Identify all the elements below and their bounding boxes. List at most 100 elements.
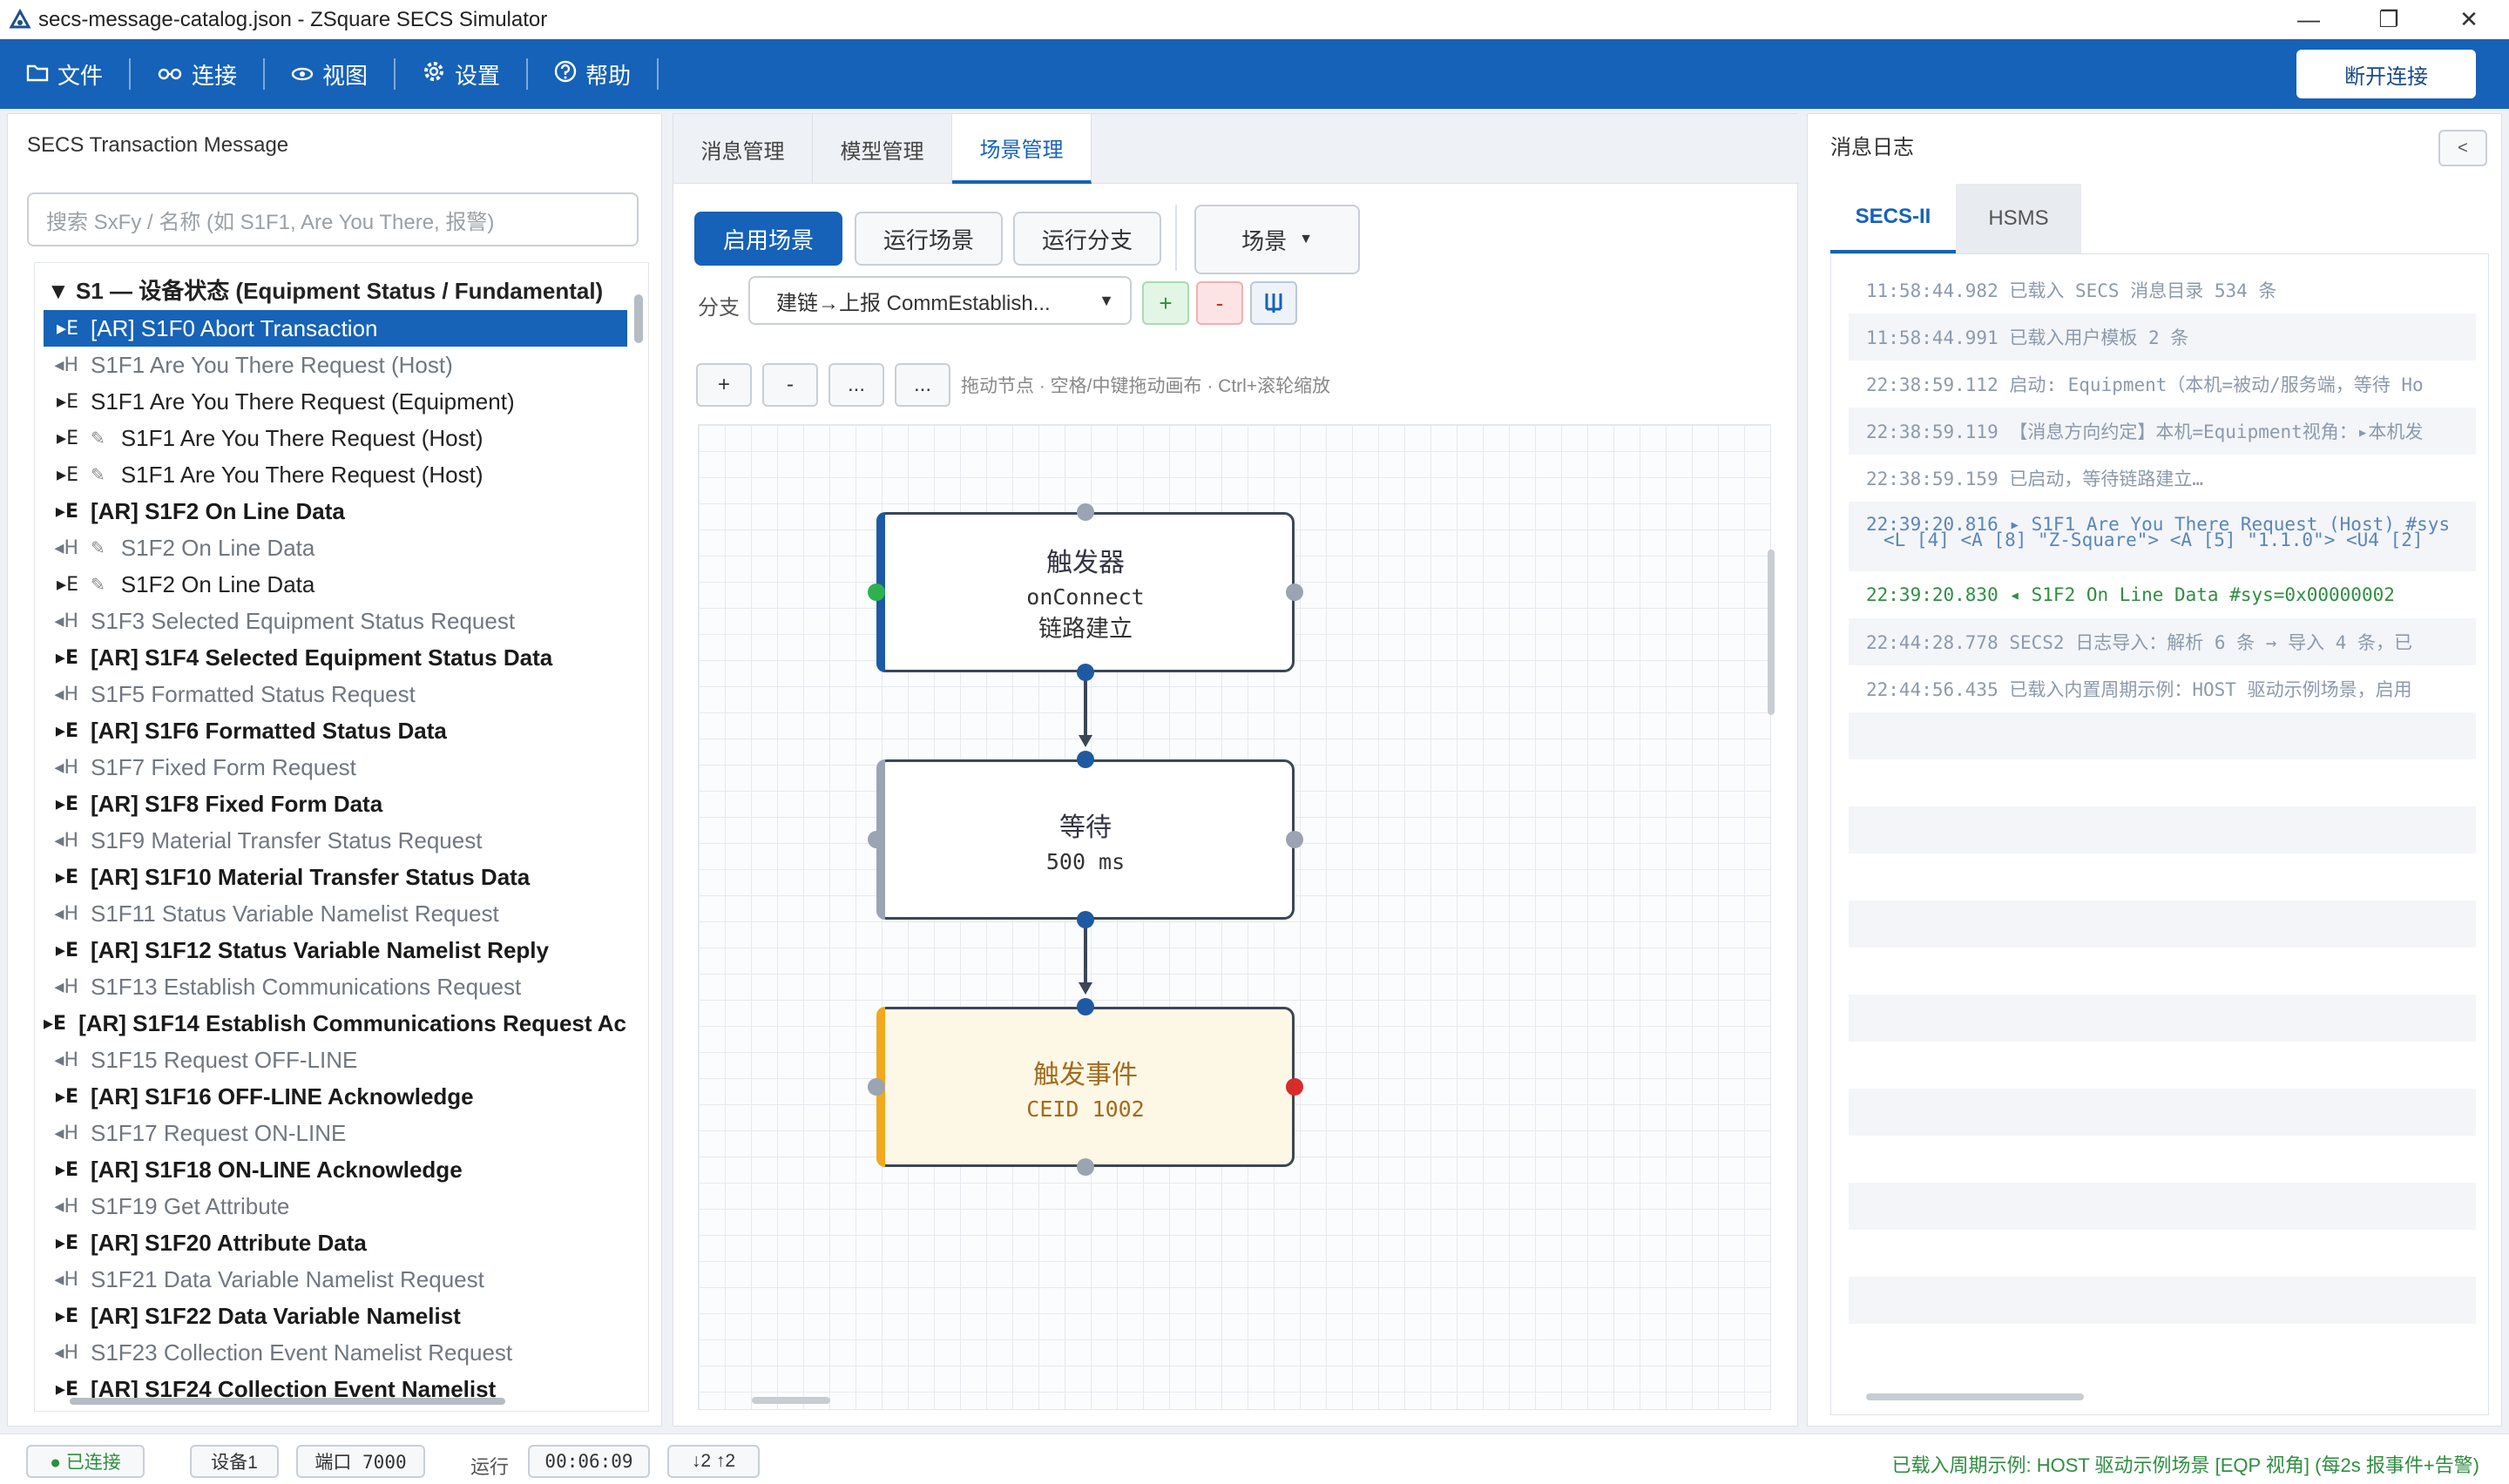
zoom-in-button[interactable]: + [696,363,752,407]
tree-group-s1[interactable]: ▼ S1 — 设备状态 (Equipment Status / Fundamen… [47,273,603,306]
tree-item[interactable]: ▸E [AR] S1F20 Attribute Data [44,1224,627,1261]
tree-item[interactable]: ▸E [AR] S1F2 On Line Data [44,493,627,530]
tree-item-direction: ◂H [54,1195,78,1218]
tree-vertical-scrollbar[interactable] [634,268,643,1392]
tree-item-label: [AR] S1F2 On Line Data [91,497,345,524]
tab-message-management[interactable]: 消息管理 [673,114,813,184]
tree-item[interactable]: ◂H ✎ S1F2 On Line Data [44,530,627,566]
menu-help-label: 帮助 [585,62,632,89]
collapse-panel-button[interactable]: < [2438,130,2487,166]
tree-item[interactable]: ◂H S1F17 Request ON-LINE [44,1115,627,1151]
tree-item[interactable]: ▸E [AR] S1F12 Status Variable Namelist Re… [44,932,627,968]
tree-item[interactable]: ▸E [AR] S1F22 Data Variable Namelist [44,1298,627,1334]
menu-connect[interactable]: 连接 [131,39,263,109]
tree-item[interactable]: ▸E S1F1 Are You There Request (Equipment) [44,383,627,420]
tree-item[interactable]: ▸E ✎ S1F2 On Line Data [44,566,627,603]
menu-settings[interactable]: 设置 [396,39,526,109]
search-input[interactable]: 搜索 SxFy / 名称 (如 S1F1, Are You There, 报警) [27,192,639,246]
port-bottom[interactable] [1077,911,1094,928]
add-branch-button[interactable]: + [1142,281,1189,325]
run-scenario-button[interactable]: 运行场景 [855,212,1003,266]
menu-settings-label: 设置 [455,62,501,89]
tree-item[interactable]: ▸E [AR] S1F10 Material Transfer Status Da… [44,859,627,895]
tab-secs-ii[interactable]: SECS-II [1830,184,1956,253]
log-empty-row [1849,995,2476,1042]
tree-item-label: S1F23 Collection Event Namelist Request [91,1339,513,1366]
tree-item[interactable]: ◂H S1F13 Establish Communications Request [44,968,627,1005]
chevron-down-icon: ▼ [1299,232,1313,246]
tree-item[interactable]: ◂H S1F15 Request OFF-LINE [44,1042,627,1078]
node-trigger[interactable]: 触发器 onConnect 链路建立 [876,512,1295,672]
fit-view-button[interactable]: ... [828,363,884,407]
tree-item[interactable]: ▸E [AR] S1F14 Establish Communications Re… [44,1005,627,1042]
port-left[interactable] [868,1078,885,1096]
tree-item[interactable]: ▸E [AR] S1F4 Selected Equipment Status Da… [44,639,627,676]
close-icon[interactable]: ✕ [2429,0,2509,39]
layout-icon[interactable] [1250,281,1297,325]
enable-scenario-button[interactable]: 启用场景 [694,212,842,266]
tree-item[interactable]: ◂H S1F9 Material Transfer Status Request [44,822,627,859]
canvas-vertical-scrollbar[interactable] [1768,462,1776,1386]
menu-view[interactable]: 视图 [265,39,394,109]
branch-label: 分支 [698,296,740,320]
device-badge: 设备1 [190,1445,279,1478]
port-left-ok[interactable] [868,583,885,601]
scenario-panel: 消息管理 模型管理 场景管理 启用场景 运行场景 运行分支 场景 ▼ 分支 建链… [673,113,1799,1427]
tree-horizontal-scrollbar[interactable] [44,1395,636,1407]
tab-model-management[interactable]: 模型管理 [813,114,952,184]
tree-item-label: [AR] S1F16 OFF-LINE Acknowledge [91,1083,474,1110]
tree-item[interactable]: ▸E [AR] S1F8 Fixed Form Data [44,786,627,822]
port-left[interactable] [868,831,885,848]
scenario-canvas[interactable]: 触发器 onConnect 链路建立 等待 500 ms 触发事件 CEID 1… [698,424,1771,1410]
tab-hsms[interactable]: HSMS [1956,184,2081,253]
port-bottom[interactable] [1077,664,1094,681]
port-top[interactable] [1077,751,1094,768]
branch-select[interactable]: 建链→上报 CommEstablish... ▼ [748,276,1132,325]
remove-branch-button[interactable]: - [1196,281,1243,325]
log-horizontal-scrollbar[interactable] [1849,1390,2476,1404]
tree-item-label: S1F11 Status Variable Namelist Request [91,900,499,927]
tree-item-label: S1F1 Are You There Request (Host) [91,351,453,378]
message-tree-panel: SECS Transaction Message 搜索 SxFy / 名称 (如… [7,113,662,1427]
log-list: 11:58:44.982 已载入 SECS 消息目录 534 条 11:58:4… [1830,253,2489,1415]
scenario-dropdown[interactable]: 场景 ▼ [1194,205,1360,274]
tree-item[interactable]: ◂H S1F1 Are You There Request (Host) [44,347,627,383]
node-detail-2: 链路建立 [1038,616,1133,642]
port-top[interactable] [1077,503,1094,521]
tree-item[interactable]: ◂H S1F5 Formatted Status Request [44,676,627,712]
port-right[interactable] [1286,831,1303,848]
more-options-button[interactable]: ... [895,363,950,407]
tree-item-direction: ▸E [55,719,78,742]
menu-help[interactable]: 帮助 [528,39,657,109]
zoom-out-button[interactable]: - [762,363,818,407]
tree-item[interactable]: ▸E ✎ S1F1 Are You There Request (Host) [44,456,627,493]
disconnect-button[interactable]: 断开连接 [2296,50,2476,98]
canvas-horizontal-scrollbar[interactable] [700,1394,1762,1406]
tab-scenario-management[interactable]: 场景管理 [952,114,1092,184]
port-right[interactable] [1286,583,1303,601]
tree-item[interactable]: ◂H S1F21 Data Variable Namelist Request [44,1261,627,1298]
edited-icon: ✎ [91,538,105,558]
node-fire-event[interactable]: 触发事件 CEID 1002 [876,1007,1295,1167]
port-right-error[interactable] [1286,1078,1303,1096]
tree-item[interactable]: ◂H S1F11 Status Variable Namelist Request [44,895,627,932]
menu-file[interactable]: 文件 [0,39,129,109]
tree-item[interactable]: ◂H S1F23 Collection Event Namelist Reques… [44,1334,627,1371]
tree-item-direction: ▸E [44,1012,67,1035]
tree-item[interactable]: ◂H S1F19 Get Attribute [44,1188,627,1224]
port-top[interactable] [1077,998,1094,1015]
window-title: secs-message-catalog.json - ZSquare SECS… [38,7,548,31]
run-branch-button[interactable]: 运行分支 [1013,212,1161,266]
tree-item-selected[interactable]: ▸E [AR] S1F0 Abort Transaction [44,310,627,347]
tree-item[interactable]: ◂H S1F7 Fixed Form Request [44,749,627,786]
tree-item[interactable]: ▸E ✎ S1F1 Are You There Request (Host) [44,420,627,456]
node-wait[interactable]: 等待 500 ms [876,759,1295,920]
tree-item[interactable]: ▸E [AR] S1F6 Formatted Status Data [44,712,627,749]
port-bottom[interactable] [1077,1158,1094,1176]
minimize-icon[interactable]: — [2269,0,2349,39]
tree-item[interactable]: ▸E [AR] S1F18 ON-LINE Acknowledge [44,1151,627,1188]
tree-item[interactable]: ◂H S1F3 Selected Equipment Status Request [44,603,627,639]
log-entry: 22:44:56.435 已载入内置周期示例：HOST 驱动示例场景，启用 [1866,679,2412,700]
tree-item[interactable]: ▸E [AR] S1F16 OFF-LINE Acknowledge [44,1078,627,1115]
restore-icon[interactable]: ❐ [2349,0,2429,39]
